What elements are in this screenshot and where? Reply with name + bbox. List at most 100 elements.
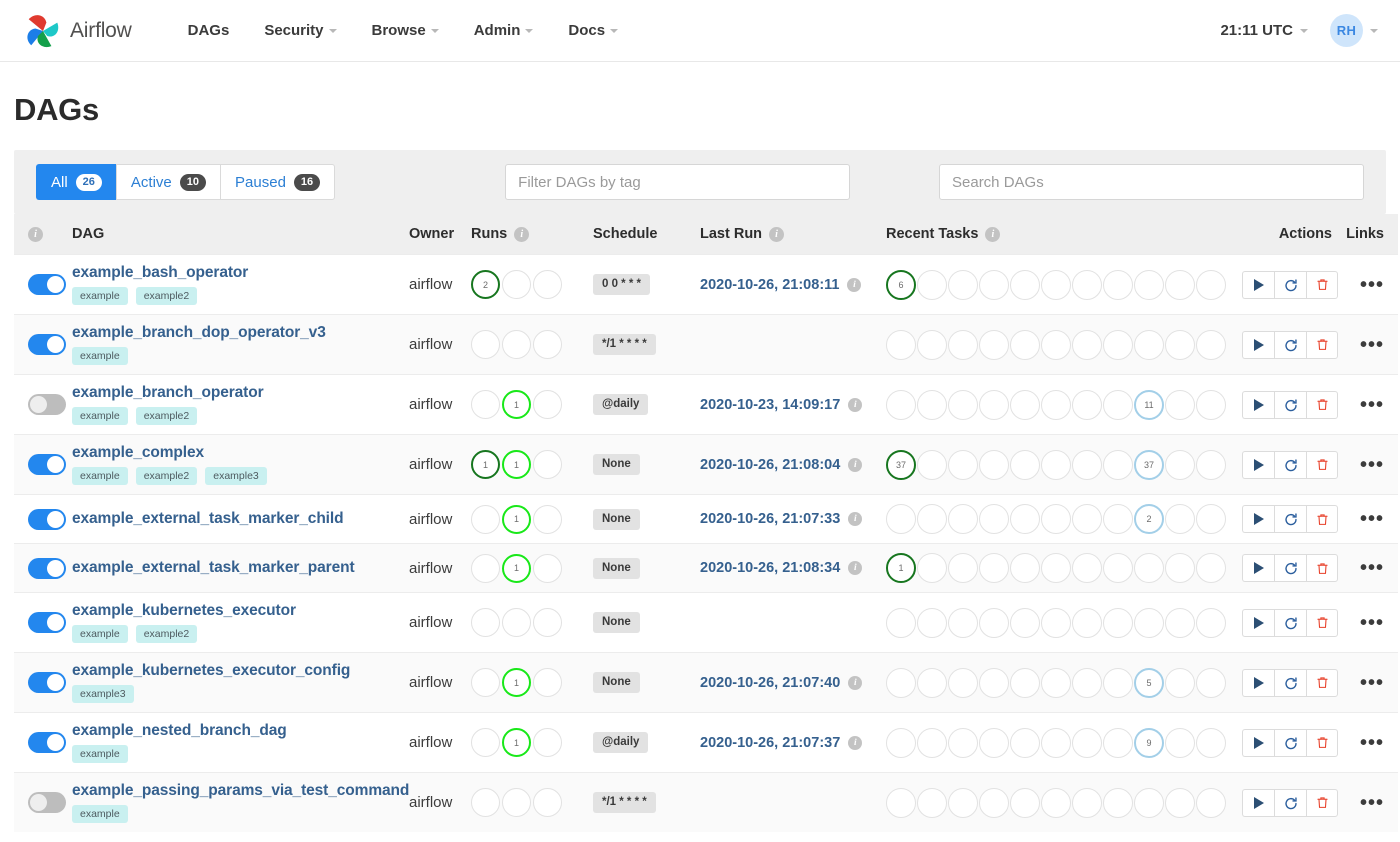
dag-link[interactable]: example_passing_params_via_test_command: [72, 782, 409, 800]
delete-trash-icon[interactable]: [1306, 390, 1338, 419]
task-state-circle[interactable]: [1103, 727, 1133, 758]
trigger-play-icon[interactable]: [1242, 608, 1274, 637]
delete-trash-icon[interactable]: [1306, 668, 1338, 697]
info-icon[interactable]: i: [28, 226, 43, 242]
dag-tag[interactable]: example2: [135, 287, 198, 305]
task-state-circle[interactable]: [1010, 449, 1040, 480]
task-state-circle[interactable]: [1041, 389, 1071, 420]
task-state-circle[interactable]: [1165, 504, 1195, 534]
run-state-circle[interactable]: [502, 330, 531, 359]
brand-logo[interactable]: Airflow: [22, 10, 132, 52]
links-menu-button[interactable]: •••: [1338, 673, 1398, 693]
task-state-circle[interactable]: [1072, 389, 1102, 420]
filter-tab-paused[interactable]: Paused 16: [220, 164, 336, 200]
task-state-circle[interactable]: [948, 607, 978, 638]
task-state-circle[interactable]: [948, 269, 978, 300]
dag-pause-toggle[interactable]: [28, 394, 66, 415]
task-state-circle[interactable]: [948, 727, 978, 758]
task-state-circle[interactable]: [1072, 269, 1102, 300]
task-state-circle[interactable]: [917, 667, 947, 698]
delete-trash-icon[interactable]: [1306, 450, 1338, 479]
task-state-circle[interactable]: [886, 667, 916, 698]
task-state-circle[interactable]: [1010, 727, 1040, 758]
refresh-icon[interactable]: [1274, 450, 1306, 479]
task-state-circle[interactable]: [979, 607, 1009, 638]
trigger-play-icon[interactable]: [1242, 728, 1274, 757]
refresh-icon[interactable]: [1274, 728, 1306, 757]
task-state-circle[interactable]: [886, 607, 916, 638]
dag-tag[interactable]: example3: [72, 685, 134, 703]
task-state-circle[interactable]: [917, 553, 947, 583]
task-state-circle[interactable]: [1165, 449, 1195, 480]
task-state-circle[interactable]: [1041, 667, 1071, 698]
nav-item-admin[interactable]: Admin: [458, 12, 550, 49]
task-state-circle[interactable]: [1010, 553, 1040, 583]
last-run-link[interactable]: 2020-10-26, 21:08:11: [700, 277, 839, 293]
delete-trash-icon[interactable]: [1306, 788, 1338, 817]
task-state-circle[interactable]: [1134, 787, 1164, 818]
dag-link[interactable]: example_kubernetes_executor: [72, 602, 409, 620]
links-menu-button[interactable]: •••: [1338, 275, 1398, 295]
run-state-circle[interactable]: [533, 330, 562, 359]
trigger-play-icon[interactable]: [1242, 450, 1274, 479]
task-state-circle[interactable]: [1196, 607, 1226, 638]
task-state-circle[interactable]: [979, 553, 1009, 583]
task-state-circle[interactable]: 6: [886, 269, 916, 300]
run-state-circle[interactable]: [471, 330, 500, 359]
task-state-circle[interactable]: [1041, 504, 1071, 534]
refresh-icon[interactable]: [1274, 270, 1306, 299]
task-state-circle[interactable]: [1196, 504, 1226, 534]
schedule-badge[interactable]: @daily: [593, 732, 649, 753]
run-state-circle[interactable]: [533, 270, 562, 299]
dag-pause-toggle[interactable]: [28, 454, 66, 475]
nav-item-security[interactable]: Security: [248, 12, 352, 49]
task-state-circle[interactable]: [1165, 607, 1195, 638]
task-state-circle[interactable]: [1010, 787, 1040, 818]
last-run-link[interactable]: 2020-10-26, 21:07:40: [700, 675, 840, 691]
task-state-circle[interactable]: [1010, 667, 1040, 698]
task-state-circle[interactable]: [979, 787, 1009, 818]
task-state-circle[interactable]: [917, 504, 947, 534]
timezone-selector[interactable]: 21:11 UTC: [1220, 22, 1308, 39]
task-state-circle[interactable]: [979, 727, 1009, 758]
task-state-circle[interactable]: [1134, 607, 1164, 638]
info-icon[interactable]: i: [848, 561, 863, 575]
task-state-circle[interactable]: [1165, 329, 1195, 360]
run-state-circle[interactable]: [471, 390, 500, 419]
delete-trash-icon[interactable]: [1306, 270, 1338, 299]
header-schedule[interactable]: Schedule: [593, 214, 700, 255]
dag-tag[interactable]: example: [72, 467, 128, 485]
task-state-circle[interactable]: [1196, 389, 1226, 420]
task-state-circle[interactable]: [1103, 389, 1133, 420]
run-state-circle[interactable]: [502, 270, 531, 299]
run-state-circle[interactable]: [471, 668, 500, 697]
dag-link[interactable]: example_complex: [72, 444, 409, 462]
task-state-circle[interactable]: [1196, 727, 1226, 758]
run-state-circle[interactable]: [533, 788, 562, 817]
dag-pause-toggle[interactable]: [28, 508, 66, 530]
run-state-circle[interactable]: 1: [502, 450, 531, 479]
dag-link[interactable]: example_external_task_marker_child: [72, 510, 409, 528]
task-state-circle[interactable]: [1103, 449, 1133, 480]
task-state-circle[interactable]: [1072, 504, 1102, 534]
schedule-badge[interactable]: 0 0 * * *: [593, 274, 650, 295]
dag-pause-toggle[interactable]: [28, 274, 66, 295]
task-state-circle[interactable]: [979, 449, 1009, 480]
dag-tag[interactable]: example: [72, 347, 128, 365]
run-state-circle[interactable]: 1: [471, 450, 500, 479]
task-state-circle[interactable]: [917, 787, 947, 818]
task-state-circle[interactable]: [886, 727, 916, 758]
trigger-play-icon[interactable]: [1242, 788, 1274, 817]
dag-link[interactable]: example_branch_operator: [72, 384, 409, 402]
task-state-circle[interactable]: [1196, 269, 1226, 300]
task-state-circle[interactable]: 2: [1134, 504, 1164, 534]
task-state-circle[interactable]: [1103, 504, 1133, 534]
delete-trash-icon[interactable]: [1306, 505, 1338, 533]
task-state-circle[interactable]: [1165, 727, 1195, 758]
task-state-circle[interactable]: [1072, 449, 1102, 480]
trigger-play-icon[interactable]: [1242, 330, 1274, 359]
task-state-circle[interactable]: [1134, 329, 1164, 360]
dag-tag[interactable]: example: [72, 805, 128, 823]
task-state-circle[interactable]: [1041, 787, 1071, 818]
info-icon[interactable]: i: [847, 277, 862, 292]
